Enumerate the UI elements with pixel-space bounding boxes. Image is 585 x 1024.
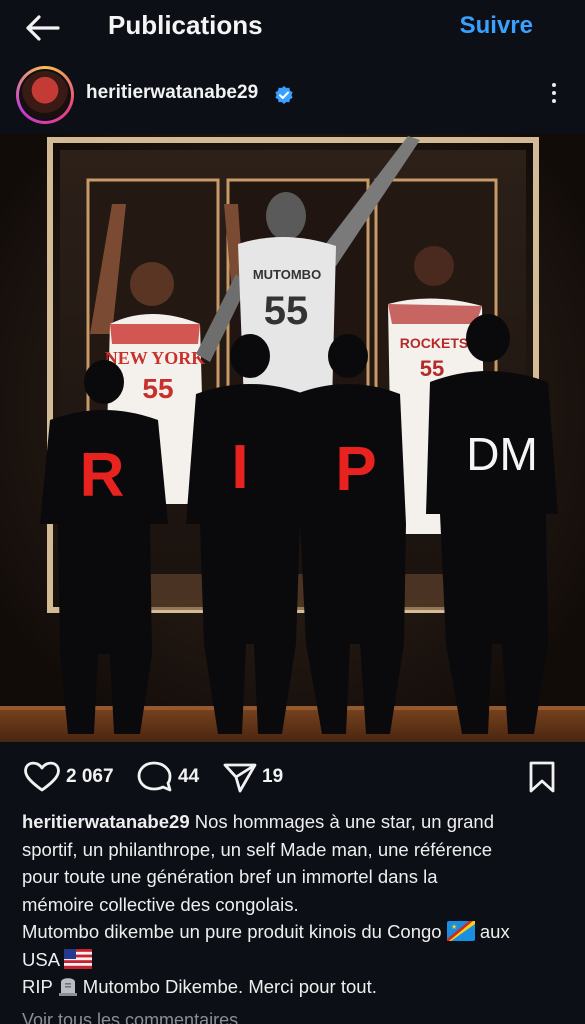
caption-line-4: mémoire collective des congolais. xyxy=(22,893,299,915)
silhouette-letters-dm: DM xyxy=(466,428,538,480)
bookmark-icon[interactable] xyxy=(527,760,557,799)
caption-line-3: pour toute une génération bref un immort… xyxy=(22,866,438,887)
jersey-right-number: 55 xyxy=(420,356,444,381)
verified-badge-icon xyxy=(274,85,294,105)
jersey-center-name: MUTOMBO xyxy=(253,267,321,282)
share-button[interactable]: 19 xyxy=(222,760,283,794)
caption-line-5-tail: aux xyxy=(479,921,510,942)
jersey-right-team: ROCKETS xyxy=(400,335,468,351)
silhouette-letter-r: R xyxy=(80,441,125,510)
caption-username[interactable]: heritierwatanabe29 xyxy=(22,811,190,832)
comment-button[interactable]: 44 xyxy=(136,760,199,794)
avatar[interactable] xyxy=(16,66,74,124)
caption-rip: RIP xyxy=(22,976,53,997)
like-count: 2 067 xyxy=(66,766,114,787)
jersey-left-team: NEW YORK xyxy=(105,348,206,368)
top-bar: Publications Suivre xyxy=(0,0,585,56)
silhouette-letter-i: I xyxy=(231,433,248,502)
send-icon xyxy=(223,763,257,793)
comment-icon xyxy=(137,761,172,792)
follow-button[interactable]: Suivre xyxy=(460,12,533,40)
headstone-icon xyxy=(58,978,77,996)
avatar-image xyxy=(21,71,69,119)
comment-count: 44 xyxy=(178,766,200,787)
post-header: heritierwatanabe29 xyxy=(0,62,585,128)
caption-line-2: sportif, un philanthrope, un self Made m… xyxy=(22,838,492,860)
page-title: Publications xyxy=(108,10,263,40)
jersey-left-number: 55 xyxy=(142,373,173,404)
back-arrow-icon[interactable] xyxy=(22,12,62,44)
action-bar: 2 067 44 19 xyxy=(0,752,585,800)
caption-line-7: Mutombo Dikembe. Merci pour tout. xyxy=(82,976,377,997)
view-all-comments-link[interactable]: Voir tous les commentaires xyxy=(22,1010,238,1024)
drc-flag-icon: ★ xyxy=(446,921,475,941)
like-button[interactable]: 2 067 xyxy=(22,760,114,794)
svg-text:★: ★ xyxy=(451,923,457,931)
post-image[interactable]: NEW YORK 55 MUTOMBO 55 ROCKETS 55 R I P … xyxy=(0,134,585,742)
heart-icon xyxy=(24,761,60,792)
share-count: 19 xyxy=(262,766,284,787)
usa-flag-icon xyxy=(64,948,93,969)
caption-line-5: Mutombo dikembe un pure produit kinois d… xyxy=(22,921,442,942)
more-options-icon[interactable] xyxy=(549,80,559,110)
caption-line-6: USA xyxy=(22,948,60,970)
jersey-center-number: 55 xyxy=(264,289,309,333)
post-username[interactable]: heritierwatanabe29 xyxy=(86,82,258,104)
silhouette-letter-p: P xyxy=(335,435,376,504)
post-caption: heritierwatanabe29 Nos hommages à une st… xyxy=(22,808,567,1001)
caption-line-1: Nos hommages à une star, un grand xyxy=(194,811,495,832)
